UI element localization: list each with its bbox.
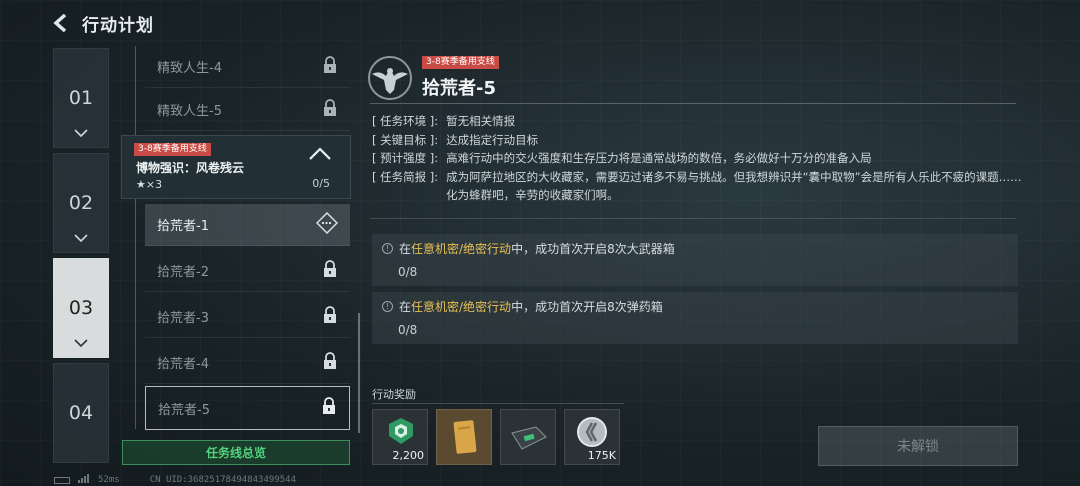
reward-quantity: 175K bbox=[587, 449, 616, 462]
info-environment: [ 任务环境 ]: 暂无相关情报 bbox=[372, 112, 1022, 131]
divider bbox=[370, 218, 1016, 219]
task-count: 0/8 bbox=[398, 323, 418, 337]
reward-item[interactable] bbox=[436, 409, 492, 465]
task-card: ! 在任意机密/绝密行动中，成功首次开启8次大武器箱 0/8 bbox=[372, 234, 1018, 286]
mission-name: 拾荒者-1 bbox=[157, 219, 209, 234]
info-intensity: [ 预计强度 ]: 高难行动中的交火强度和生存压力将是通常战场的数倍，务必做好十万… bbox=[372, 149, 1022, 168]
mission-list-scrollbar[interactable] bbox=[358, 313, 360, 433]
chapter-number: 03 bbox=[68, 297, 94, 319]
info-value: 暂无相关情报 bbox=[446, 114, 516, 128]
reward-quantity: 2,200 bbox=[392, 449, 425, 462]
divider bbox=[372, 403, 624, 404]
lock-icon bbox=[322, 98, 338, 121]
mission-group-card[interactable]: 3-8赛季备用支线 博物强识：风卷残云 ★×3 0/5 bbox=[121, 135, 351, 199]
chapter-tab-02[interactable]: 02 bbox=[53, 153, 109, 253]
tree-line bbox=[135, 46, 136, 135]
mission-item[interactable]: 精致人生-5 bbox=[145, 89, 350, 131]
chapter-number: 04 bbox=[68, 402, 94, 424]
back-arrow-icon[interactable] bbox=[50, 12, 72, 34]
eagle-emblem-icon bbox=[366, 54, 414, 102]
task-card: ! 在任意机密/绝密行动中，成功首次开启8次弹药箱 0/8 bbox=[372, 292, 1018, 344]
mission-name: 精致人生-5 bbox=[157, 104, 222, 119]
info-objective: [ 关键目标 ]: 达成指定行动目标 bbox=[372, 131, 1022, 150]
group-name: 博物强识：风卷残云 bbox=[136, 161, 245, 175]
divider bbox=[370, 103, 1016, 104]
reward-item[interactable] bbox=[500, 409, 556, 465]
diamond-status-icon bbox=[315, 211, 339, 238]
info-key: [ 预计强度 ]: bbox=[372, 151, 439, 165]
task-text: 在任意机密/绝密行动中，成功首次开启8次弹药箱 bbox=[399, 300, 663, 314]
task-highlight: 任意机密/绝密行动 bbox=[411, 300, 512, 314]
info-value: 成为阿萨拉地区的大收藏家，需要迈过诸多不易与挑战。但我想辨识并“囊中取物”会是所… bbox=[446, 169, 1022, 203]
info-value: 达成指定行动目标 bbox=[446, 132, 539, 147]
page-title: 行动计划 bbox=[82, 15, 154, 36]
gold-card-icon bbox=[453, 419, 477, 459]
info-briefing: [ 任务简报 ]: 成为阿萨拉地区的大收藏家，需要迈过诸多不易与挑战。但我想辨识并… bbox=[372, 168, 1022, 205]
tree-line bbox=[135, 199, 136, 429]
mission-item[interactable]: 拾荒者-1 bbox=[145, 204, 350, 246]
chapter-tab-04[interactable]: 04 bbox=[53, 363, 109, 463]
status-footer: 52ms CN UID:36825178494843499544 bbox=[54, 474, 296, 486]
lock-icon bbox=[322, 259, 338, 282]
ping-value: 52ms bbox=[98, 475, 120, 485]
mission-item[interactable]: 拾荒者-2 bbox=[145, 250, 350, 292]
chapter-tabs: 01 02 03 04 bbox=[53, 48, 109, 468]
mission-item[interactable]: 精致人生-4 bbox=[145, 46, 350, 88]
mission-list: 精致人生-4 精致人生-5 3-8赛季备用支线 博物强识：风卷残云 ★×3 0/… bbox=[121, 46, 353, 436]
task-highlight: 任意机密/绝密行动 bbox=[411, 242, 512, 256]
chevron-up-icon[interactable] bbox=[308, 146, 332, 165]
season-badge: 3-8赛季备用支线 bbox=[422, 56, 499, 69]
chapter-tab-03[interactable]: 03 bbox=[53, 258, 109, 358]
info-value: 高难行动中的交火强度和生存压力将是通常战场的数倍，务必做好十万分的准备入局 bbox=[446, 151, 872, 165]
reward-item[interactable]: 2,200 bbox=[372, 409, 428, 465]
exclamation-icon: ! bbox=[382, 243, 393, 254]
unlock-button-disabled: 未解锁 bbox=[818, 426, 1018, 466]
header: 行动计划 bbox=[50, 8, 154, 38]
chapter-number: 02 bbox=[68, 192, 94, 214]
battery-icon bbox=[54, 476, 70, 484]
chapter-tab-01[interactable]: 01 bbox=[53, 48, 109, 148]
lock-icon bbox=[322, 305, 338, 328]
chevron-down-icon bbox=[74, 332, 88, 351]
mission-info: [ 任务环境 ]: 暂无相关情报 [ 关键目标 ]: 达成指定行动目标 [ 预计强度… bbox=[372, 112, 1022, 205]
group-stars: ★×3 bbox=[136, 178, 163, 191]
mission-overview-button[interactable]: 任务线总览 bbox=[122, 440, 350, 465]
chapter-number: 01 bbox=[68, 87, 94, 109]
exclamation-icon: ! bbox=[382, 301, 393, 312]
silver-coin-icon bbox=[576, 416, 608, 452]
signal-icon bbox=[78, 474, 90, 486]
reward-item[interactable]: 175K bbox=[564, 409, 620, 465]
season-badge: 3-8赛季备用支线 bbox=[134, 143, 211, 156]
mission-name: 拾荒者-4 bbox=[157, 357, 209, 372]
mission-item[interactable]: 拾荒者-3 bbox=[145, 296, 350, 338]
mission-name: 拾荒者-2 bbox=[157, 265, 209, 280]
lock-icon bbox=[322, 55, 338, 78]
chevron-down-icon bbox=[74, 227, 88, 246]
mission-name: 精致人生-4 bbox=[157, 61, 222, 76]
device-case-icon bbox=[508, 423, 550, 457]
uid-text: CN UID:36825178494843499544 bbox=[149, 475, 296, 485]
chevron-down-icon bbox=[74, 122, 88, 141]
green-badge-icon bbox=[386, 416, 416, 450]
group-progress: 0/5 bbox=[312, 177, 330, 190]
mission-name: 拾荒者-5 bbox=[158, 402, 210, 418]
mission-title: 拾荒者-5 bbox=[422, 78, 496, 99]
info-key: [ 任务简报 ]: bbox=[372, 169, 439, 184]
info-key: [ 关键目标 ]: bbox=[372, 132, 439, 147]
task-text: 在任意机密/绝密行动中，成功首次开启8次大武器箱 bbox=[399, 242, 675, 256]
lock-icon bbox=[321, 397, 337, 419]
mission-item-selected[interactable]: 拾荒者-5 bbox=[145, 386, 350, 430]
rewards-label: 行动奖励 bbox=[372, 388, 416, 401]
mission-name: 拾荒者-3 bbox=[157, 311, 209, 326]
lock-icon bbox=[322, 351, 338, 374]
mission-item[interactable]: 拾荒者-4 bbox=[145, 342, 350, 384]
info-key: [ 任务环境 ]: bbox=[372, 114, 439, 128]
task-count: 0/8 bbox=[398, 265, 418, 279]
